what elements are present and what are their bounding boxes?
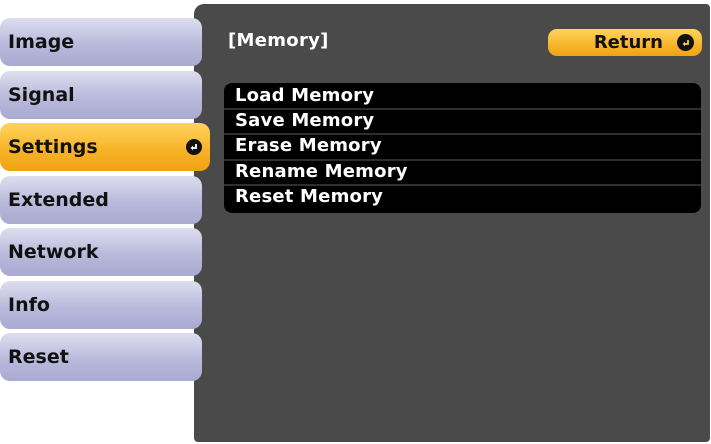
sidebar-item-signal[interactable]: Signal — [0, 71, 202, 119]
sidebar-item-network[interactable]: Network — [0, 228, 202, 276]
sidebar-menu: Image Signal Settings Extended Network I… — [0, 0, 210, 444]
sidebar-item-settings[interactable]: Settings — [0, 123, 210, 171]
sidebar-item-reset[interactable]: Reset — [0, 333, 202, 381]
enter-icon — [677, 34, 694, 51]
sidebar-item-label: Reset — [8, 346, 69, 368]
sidebar-item-extended[interactable]: Extended — [0, 176, 202, 224]
sidebar-item-image[interactable]: Image — [0, 18, 202, 66]
projector-menu-screen: Image Signal Settings Extended Network I… — [0, 0, 711, 444]
option-reset-memory[interactable]: Reset Memory — [235, 187, 383, 207]
enter-icon — [186, 139, 202, 155]
sidebar-item-info[interactable]: Info — [0, 281, 202, 329]
page-title: [Memory] — [228, 30, 329, 51]
return-button[interactable]: Return — [548, 29, 702, 56]
option-save-memory[interactable]: Save Memory — [235, 111, 374, 131]
sidebar-item-label: Extended — [8, 189, 109, 211]
option-load-memory[interactable]: Load Memory — [235, 86, 374, 106]
sidebar-item-label: Signal — [8, 84, 75, 106]
option-rename-memory[interactable]: Rename Memory — [235, 162, 408, 182]
option-erase-memory[interactable]: Erase Memory — [235, 136, 382, 156]
memory-options-list: Load Memory Save Memory Erase Memory Ren… — [224, 83, 701, 213]
sidebar-item-label: Network — [8, 241, 99, 263]
sidebar-item-label: Settings — [8, 136, 98, 158]
sidebar-item-label: Image — [8, 31, 75, 53]
return-button-label: Return — [593, 32, 663, 53]
sidebar-item-label: Info — [8, 294, 50, 316]
submenu-panel — [194, 4, 710, 442]
